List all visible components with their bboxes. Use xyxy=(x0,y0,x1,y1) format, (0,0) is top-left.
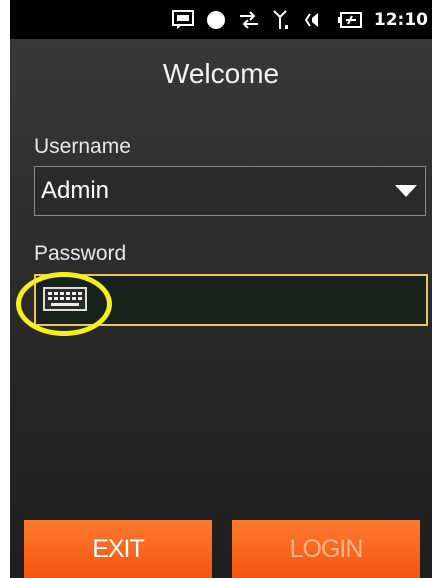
status-time: 12:10 xyxy=(373,9,428,30)
keyboard-icon[interactable] xyxy=(40,284,90,314)
exit-button[interactable]: EXIT xyxy=(24,520,212,578)
signal-icon xyxy=(272,9,292,31)
record-dot-icon xyxy=(206,10,226,30)
username-select[interactable]: Admin xyxy=(34,166,426,216)
status-bar: 12:10 xyxy=(10,0,432,39)
message-icon xyxy=(171,9,194,30)
chevron-down-icon xyxy=(395,185,417,197)
username-label: Username xyxy=(34,135,131,158)
battery-icon xyxy=(337,11,362,29)
login-screen: 12:10 Welcome Username Admin Password EX… xyxy=(10,0,432,578)
password-label: Password xyxy=(34,242,127,265)
page-title: Welcome xyxy=(162,58,280,89)
login-button[interactable]: LOGIN xyxy=(232,520,420,578)
volume-icon xyxy=(304,10,326,30)
sync-arrows-icon xyxy=(238,10,260,30)
username-value: Admin xyxy=(41,177,110,204)
password-field[interactable] xyxy=(34,274,428,326)
